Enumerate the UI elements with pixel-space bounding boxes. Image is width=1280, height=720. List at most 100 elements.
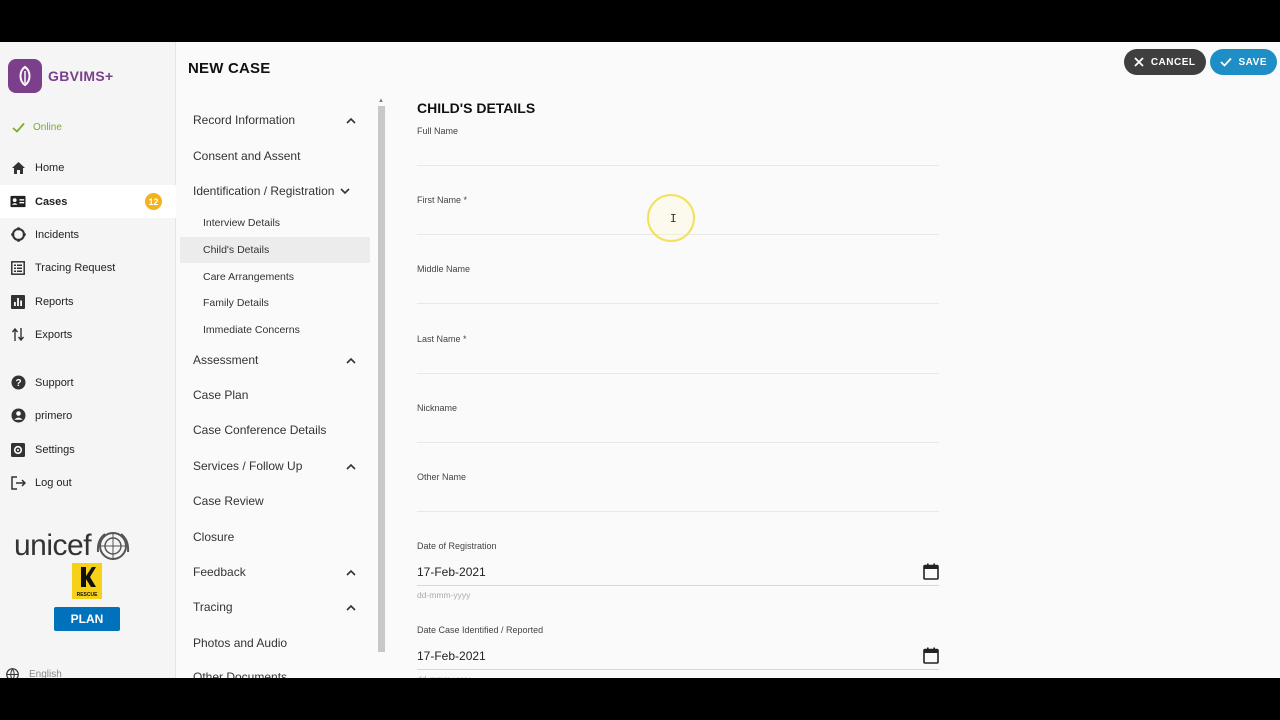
date-case-identified-input[interactable]: 17-Feb-2021 xyxy=(417,642,939,670)
sidebar-item-label: Cases xyxy=(35,195,68,208)
date-format-hint: dd-mmm-yyyy xyxy=(417,674,939,678)
main-content: NEW CASE CANCEL SAVE Record Information … xyxy=(176,42,1280,678)
leaf-logo-icon xyxy=(8,59,42,93)
calendar-icon[interactable] xyxy=(923,647,939,664)
unicef-logo: unicef xyxy=(14,529,162,563)
form-nav-closure[interactable]: Closure xyxy=(180,524,370,550)
form-nav-sub-care-arrangements[interactable]: Care Arrangements xyxy=(180,264,370,290)
form-nav-case-plan[interactable]: Case Plan xyxy=(180,382,370,408)
form-nav-scrollbar[interactable]: ▲ xyxy=(376,98,386,678)
list-icon xyxy=(10,260,26,276)
globe-icon xyxy=(6,668,19,678)
form-section-nav: Record Information Consent and Assent Id… xyxy=(180,98,376,678)
chevron-up-icon xyxy=(346,117,356,124)
calendar-icon[interactable] xyxy=(923,563,939,580)
field-label: Nickname xyxy=(417,403,458,413)
sidebar-item-label: Tracing Request xyxy=(35,261,116,274)
other-name-field: Other Name xyxy=(417,472,939,512)
check-icon xyxy=(12,122,25,133)
nickname-input[interactable] xyxy=(417,413,939,443)
form-nav-photos-and-audio[interactable]: Photos and Audio xyxy=(180,630,370,656)
field-label: Date Case Identified / Reported xyxy=(417,625,544,635)
date-of-registration-input[interactable]: 17-Feb-2021 xyxy=(417,558,939,586)
field-label: Other Name xyxy=(417,472,467,482)
plan-logo: PLAN xyxy=(54,607,120,631)
svg-text:?: ? xyxy=(15,378,21,389)
sidebar-item-tracing-request[interactable]: Tracing Request xyxy=(0,251,176,284)
sidebar-item-label: Reports xyxy=(35,295,74,308)
incidents-icon xyxy=(10,227,26,243)
form-nav-feedback[interactable]: Feedback xyxy=(180,559,370,585)
logout-icon xyxy=(10,475,26,491)
middle-name-input[interactable] xyxy=(417,274,939,304)
form-nav-assessment[interactable]: Assessment xyxy=(180,347,370,373)
sidebar-item-exports[interactable]: Exports xyxy=(0,318,176,351)
app-name: GBVIMS+ xyxy=(48,68,114,84)
chevron-down-icon xyxy=(340,187,350,194)
sidebar-item-label: Settings xyxy=(35,443,75,456)
sidebar-item-cases[interactable]: Cases 12 xyxy=(0,185,176,218)
full-name-field: Full Name xyxy=(417,126,939,166)
form-nav-other-documents[interactable]: Other Documents xyxy=(180,664,370,678)
sidebar-item-label: Exports xyxy=(35,328,73,341)
app-logo[interactable]: GBVIMS+ xyxy=(8,59,114,93)
scroll-up-arrow-icon[interactable]: ▲ xyxy=(378,98,384,104)
field-label: Date of Registration xyxy=(417,541,497,551)
sidebar-item-label: primero xyxy=(35,409,73,422)
svg-text:RESCUE: RESCUE xyxy=(77,592,99,598)
middle-name-field: Middle Name xyxy=(417,264,939,304)
form-nav-consent-and-assent[interactable]: Consent and Assent xyxy=(180,143,370,169)
field-label: Middle Name xyxy=(417,264,471,274)
settings-icon xyxy=(10,442,26,458)
page-title: NEW CASE xyxy=(188,60,271,77)
chevron-up-icon xyxy=(346,357,356,364)
sidebar-item-logout[interactable]: Log out xyxy=(0,466,176,499)
field-label: Last Name * xyxy=(417,334,467,344)
sidebar-item-incidents[interactable]: Incidents xyxy=(0,218,176,251)
form-nav-services-follow-up[interactable]: Services / Follow Up xyxy=(180,453,370,479)
scrollbar-thumb[interactable] xyxy=(378,106,385,652)
field-label: Full Name xyxy=(417,126,459,136)
chevron-up-icon xyxy=(346,463,356,470)
help-icon: ? xyxy=(10,375,26,391)
form-nav-identification-registration[interactable]: Identification / Registration xyxy=(180,178,370,204)
form-nav-sub-immediate-concerns[interactable]: Immediate Concerns xyxy=(180,317,370,343)
language-selector[interactable]: English xyxy=(6,668,62,678)
rescue-logo: RESCUE xyxy=(72,563,102,599)
check-icon xyxy=(1219,57,1232,67)
date-value: 17-Feb-2021 xyxy=(417,564,486,579)
form-nav-sub-childs-details[interactable]: Child's Details xyxy=(180,237,370,263)
un-emblem-icon xyxy=(96,532,130,560)
date-of-registration-field: Date of Registration 17-Feb-2021 dd-mmm-… xyxy=(417,541,939,600)
cancel-button[interactable]: CANCEL xyxy=(1123,49,1206,75)
save-button[interactable]: SAVE xyxy=(1209,49,1277,75)
sidebar-item-label: Log out xyxy=(35,476,72,489)
form-nav-case-conference-details[interactable]: Case Conference Details xyxy=(180,417,370,443)
date-value: 17-Feb-2021 xyxy=(417,648,486,663)
swap-icon xyxy=(10,327,26,343)
user-icon xyxy=(10,408,26,424)
sidebar-item-reports[interactable]: Reports xyxy=(0,285,176,318)
form-nav-case-review[interactable]: Case Review xyxy=(180,488,370,514)
app-window: GBVIMS+ Online Home Cases 12 Incidents T… xyxy=(0,42,1280,678)
sidebar-item-profile[interactable]: primero xyxy=(0,399,176,432)
sidebar-item-home[interactable]: Home xyxy=(0,151,176,184)
form-nav-sub-interview-details[interactable]: Interview Details xyxy=(180,210,370,236)
form-nav-sub-family-details[interactable]: Family Details xyxy=(180,290,370,316)
cases-icon xyxy=(10,194,26,210)
other-name-input[interactable] xyxy=(417,482,939,512)
form-nav-tracing[interactable]: Tracing xyxy=(180,594,370,620)
form-nav-record-information[interactable]: Record Information xyxy=(180,107,370,133)
date-case-identified-field: Date Case Identified / Reported 17-Feb-2… xyxy=(417,625,939,678)
partner-logos: unicef RESCUE PLAN xyxy=(14,529,162,631)
sidebar-item-label: Home xyxy=(35,161,65,174)
chevron-up-icon xyxy=(346,604,356,611)
sidebar-item-settings[interactable]: Settings xyxy=(0,433,176,466)
full-name-input[interactable] xyxy=(417,136,939,166)
sidebar: GBVIMS+ Online Home Cases 12 Incidents T… xyxy=(0,42,176,678)
sidebar-item-support[interactable]: ? Support xyxy=(0,366,176,399)
section-title: CHILD'S DETAILS xyxy=(417,100,536,116)
last-name-input[interactable] xyxy=(417,344,939,374)
last-name-field: Last Name * xyxy=(417,334,939,374)
chevron-up-icon xyxy=(346,569,356,576)
